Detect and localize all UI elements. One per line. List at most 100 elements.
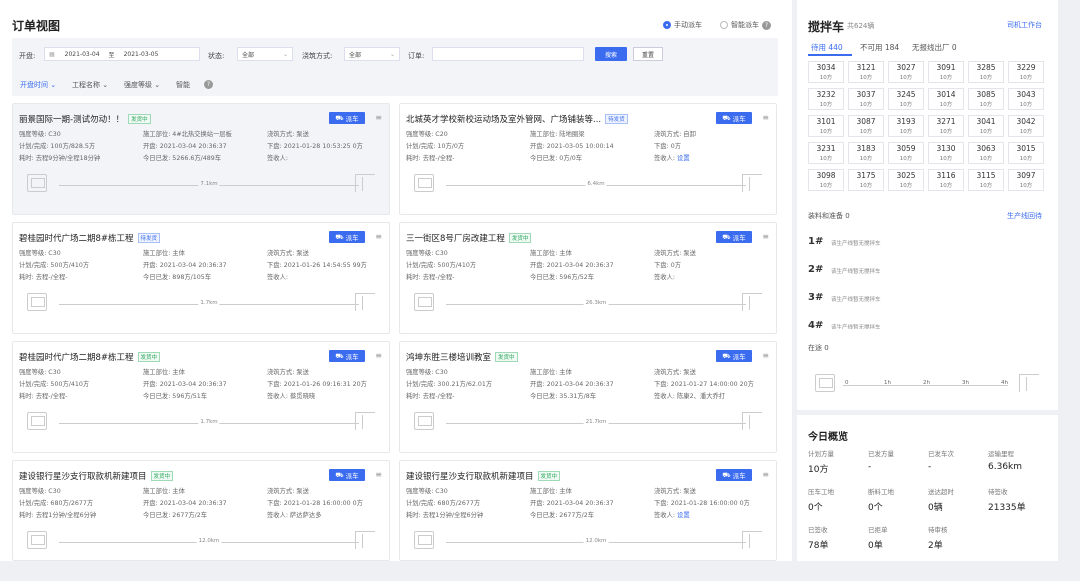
more-menu-icon[interactable]: ≡ — [762, 351, 769, 360]
truck-cell[interactable]: 3043 10方 — [1008, 88, 1044, 110]
order-card[interactable]: 建设银行星沙支行取款机新建项目 发货中 ⛟ 派车 ≡ 强度等级: C30 施工部位:… — [399, 460, 777, 561]
overview-label: 待审核 — [928, 526, 948, 534]
order-card[interactable]: 北城英才学校新校运动场及室外管网、广场铺装等... 待发货 ⛟ 派车 ≡ 强度等级:… — [399, 103, 777, 215]
order-card[interactable]: 碧桂园时代广场二期8#栋工程 发货中 ⛟ 派车 ≡ 强度等级: C30 施工部位: … — [12, 341, 390, 453]
truck-cell[interactable]: 3116 10方 — [928, 169, 964, 191]
production-line-link[interactable]: 生产线回待 — [1007, 211, 1042, 221]
truck-icon — [27, 174, 47, 192]
order-card[interactable]: 鸿坤东胜三楼培训教室 发货中 ⛟ 派车 ≡ 强度等级: C30 施工部位: 主体 浇… — [399, 341, 777, 453]
method-select[interactable]: 全部 ⌄ — [344, 47, 400, 61]
truck-cell[interactable]: 3087 10方 — [848, 115, 884, 137]
truck-cell[interactable]: 3115 10方 — [968, 169, 1004, 191]
order-card[interactable]: 碧桂园时代广场二期8#栋工程 待发货 ⛟ 派车 ≡ 强度等级: C30 施工部位: … — [12, 222, 390, 334]
truck-cell[interactable]: 3232 10方 — [808, 88, 844, 110]
more-menu-icon[interactable]: ≡ — [762, 232, 769, 241]
overview-label: 已签收 — [808, 526, 828, 534]
truck-capacity: 10方 — [819, 102, 833, 108]
sort-strength[interactable]: 强度等级 ⌄ — [124, 80, 160, 90]
truck-cell[interactable]: 3121 10方 — [848, 61, 884, 83]
truck-cell[interactable]: 3085 10方 — [968, 88, 1004, 110]
truck-cell[interactable]: 3059 10方 — [888, 142, 924, 164]
dispatch-button[interactable]: ⛟ 派车 — [329, 350, 365, 362]
truck-cell[interactable]: 3097 10方 — [1008, 169, 1044, 191]
truck-cell[interactable]: 3015 10方 — [1008, 142, 1044, 164]
chevron-down-icon: ⌄ — [282, 50, 288, 58]
more-menu-icon[interactable]: ≡ — [762, 113, 769, 122]
search-button[interactable]: 搜索 — [595, 47, 627, 61]
order-card[interactable]: 丽景国际一期-测试勿动！！ 发货中 ⛟ 派车 ≡ 强度等级: C30 施工部位: 4… — [12, 103, 390, 215]
timeline-tick: 3h — [962, 380, 969, 386]
truck-number: 3034 — [816, 63, 836, 72]
help-icon[interactable]: ? — [762, 20, 771, 30]
help-icon[interactable]: ? — [204, 80, 213, 89]
overview-value: 2单 — [928, 541, 943, 551]
truck-cell[interactable]: 3231 10方 — [808, 142, 844, 164]
truck-cell[interactable]: 3025 10方 — [888, 169, 924, 191]
dispatch-button[interactable]: ⛟ 派车 — [329, 469, 365, 481]
truck-cell[interactable]: 3130 10方 — [928, 142, 964, 164]
dispatch-button[interactable]: ⛟ 派车 — [716, 350, 752, 362]
radio-unchecked-icon — [720, 21, 728, 29]
truck-cell[interactable]: 3193 10方 — [888, 115, 924, 137]
truck-cell[interactable]: 3175 10方 — [848, 169, 884, 191]
truck-cell[interactable]: 3034 10方 — [808, 61, 844, 83]
truck-cell[interactable]: 3183 10方 — [848, 142, 884, 164]
smart-dispatch-option[interactable]: 智能派车 ? — [720, 20, 771, 30]
overview-value: 0辆 — [928, 503, 943, 513]
truck-capacity: 10方 — [1019, 102, 1033, 108]
truck-cell[interactable]: 3037 10方 — [848, 88, 884, 110]
more-menu-icon[interactable]: ≡ — [375, 113, 382, 122]
truck-cell[interactable]: 3245 10方 — [888, 88, 924, 110]
today-sent-field: 今日已发: 0方/0车 — [530, 155, 583, 162]
dispatch-button[interactable]: ⛟ 派车 — [329, 112, 365, 124]
strength-field: 强度等级: C30 — [406, 488, 448, 495]
more-menu-icon[interactable]: ≡ — [375, 470, 382, 479]
set-receiver-link[interactable]: 设置 — [677, 512, 690, 519]
order-search-input[interactable] — [432, 47, 584, 61]
truck-cell[interactable]: 3014 10方 — [928, 88, 964, 110]
truck-cell[interactable]: 3101 10方 — [808, 115, 844, 137]
active-tab-indicator — [808, 54, 852, 56]
status-select[interactable]: 全部 ⌄ — [237, 47, 293, 61]
order-view-panel: 订单视图 手动派车 智能派车 ? 开盘: ▦ 2021-03-04 至 2021… — [0, 0, 792, 561]
truck-cell[interactable]: 3271 10方 — [928, 115, 964, 137]
truck-capacity: 10方 — [1019, 129, 1033, 135]
truck-cell[interactable]: 3098 10方 — [808, 169, 844, 191]
route-track: 12.0km — [446, 538, 746, 544]
tab-no-report[interactable]: 无报线出厂 0 — [912, 42, 957, 53]
driver-workbench-link[interactable]: 司机工作台 — [1007, 20, 1042, 30]
order-card[interactable]: 三一街区8号厂房改建工程 发货中 ⛟ 派车 ≡ 强度等级: C30 施工部位: 主体… — [399, 222, 777, 334]
order-card[interactable]: 建设银行星沙支行取款机新建项目 发货中 ⛟ 派车 ≡ 强度等级: C30 施工部位:… — [12, 460, 390, 561]
line-status: 该生产线暂无搅拌车 — [831, 269, 881, 275]
sort-open-time[interactable]: 开盘时间 ⌄ — [20, 80, 56, 90]
sort-project-name[interactable]: 工程名称 ⌄ — [72, 80, 108, 90]
truck-cell[interactable]: 3063 10方 — [968, 142, 1004, 164]
dispatch-button[interactable]: ⛟ 派车 — [716, 469, 752, 481]
today-sent-field: 今日已发: 2677方/2车 — [143, 512, 208, 519]
truck-cell[interactable]: 3229 10方 — [1008, 61, 1044, 83]
line-status: 该生产线暂无搅拌车 — [831, 297, 881, 303]
date-range-picker[interactable]: ▦ 2021-03-04 至 2021-03-05 — [44, 47, 200, 61]
truck-cell[interactable]: 3041 10方 — [968, 115, 1004, 137]
more-menu-icon[interactable]: ≡ — [762, 470, 769, 479]
more-menu-icon[interactable]: ≡ — [375, 232, 382, 241]
set-receiver-link[interactable]: 设置 — [677, 155, 690, 162]
dispatch-button[interactable]: ⛟ 派车 — [329, 231, 365, 243]
on-road-label: 在途 0 — [808, 344, 829, 352]
reset-button[interactable]: 重置 — [633, 47, 663, 61]
sort-smart[interactable]: 智能 — [176, 80, 190, 90]
dispatch-button[interactable]: ⛟ 派车 — [716, 112, 752, 124]
truck-cell[interactable]: 3042 10方 — [1008, 115, 1044, 137]
truck-cell[interactable]: 3091 10方 — [928, 61, 964, 83]
truck-cell[interactable]: 3027 10方 — [888, 61, 924, 83]
manual-dispatch-option[interactable]: 手动派车 — [663, 20, 702, 30]
dispatch-button[interactable]: ⛟ 派车 — [716, 231, 752, 243]
method-field: 浇筑方式: 泵送 — [654, 250, 696, 257]
tab-unavailable[interactable]: 不可用 184 — [860, 42, 899, 53]
tab-available[interactable]: 待用 440 — [811, 42, 843, 53]
truck-cell[interactable]: 3285 10方 — [968, 61, 1004, 83]
more-menu-icon[interactable]: ≡ — [375, 351, 382, 360]
plan-field: 计划/完成: 100方/828.5方 — [19, 143, 96, 150]
today-sent-field: 今日已发: 596方/51车 — [143, 393, 208, 400]
pour-field: 下盘: 0方 — [654, 143, 682, 150]
